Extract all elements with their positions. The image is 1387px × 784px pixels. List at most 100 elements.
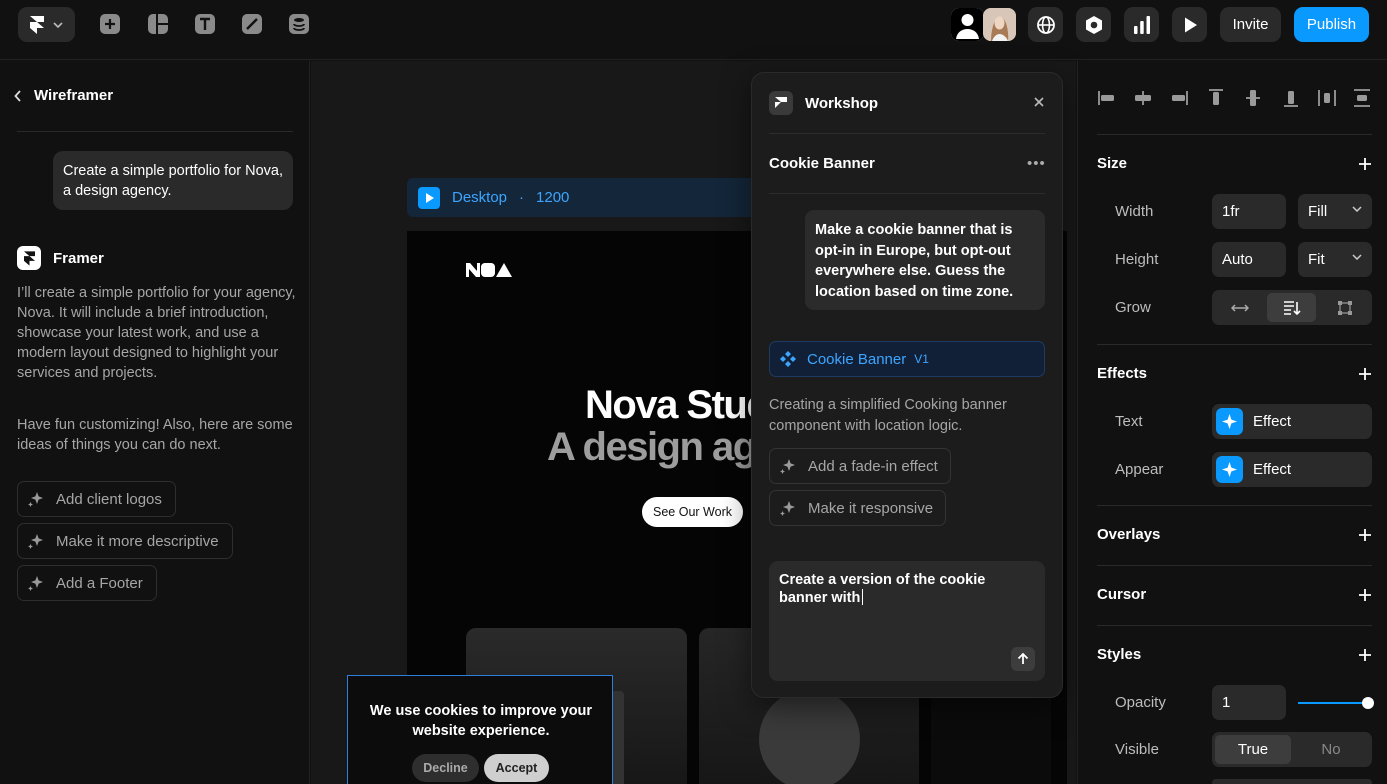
appear-effect-button[interactable]: Effect: [1212, 452, 1372, 487]
user-message: Create a simple portfolio for Nova, a de…: [53, 151, 293, 210]
assistant-message: Creating a simplified Cooking banner com…: [769, 397, 1007, 434]
cookie-decline-button[interactable]: Decline: [412, 754, 479, 782]
invite-button[interactable]: Invite: [1220, 7, 1281, 42]
align-center-vertical-icon[interactable]: [1242, 87, 1264, 109]
chevron-down-icon: [53, 21, 63, 28]
see-our-work-button[interactable]: See Our Work: [642, 497, 743, 527]
prompt-input-value: Create a version of the cookie banner wi…: [779, 572, 986, 606]
width-mode-value: Fill: [1308, 203, 1328, 220]
plus-icon[interactable]: [1358, 528, 1372, 542]
distribute-horizontal-icon[interactable]: [1316, 87, 1338, 109]
more-options-icon[interactable]: •••: [1027, 155, 1046, 172]
hexagon-icon: [1085, 15, 1102, 34]
visible-no-option[interactable]: No: [1293, 735, 1369, 764]
width-input[interactable]: 1fr: [1212, 194, 1286, 229]
suggestion-label: Add a fade-in effect: [808, 457, 938, 475]
collaborator-avatars[interactable]: [951, 8, 1016, 41]
close-icon[interactable]: [1032, 95, 1046, 109]
width-mode-select[interactable]: Fill: [1298, 194, 1372, 229]
overlays-section-title: Overlays: [1097, 526, 1161, 543]
plus-icon[interactable]: [1358, 367, 1372, 381]
framer-menu-button[interactable]: [18, 7, 75, 42]
user-icon: [951, 8, 984, 41]
align-center-horizontal-icon[interactable]: [1132, 87, 1154, 109]
text-effect-value: Effect: [1253, 413, 1292, 430]
visible-label: Visible: [1115, 741, 1159, 758]
effect-sparkle-icon: [1216, 408, 1243, 435]
avatar[interactable]: [951, 8, 984, 41]
divider: [1097, 565, 1372, 566]
divider: [769, 193, 1045, 194]
layout-button[interactable]: [146, 12, 170, 36]
text-effect-button[interactable]: Effect: [1212, 404, 1372, 439]
sparkle-icon: [28, 576, 43, 591]
workshop-title: Workshop: [805, 94, 879, 112]
suggestion-label: Make it responsive: [808, 499, 934, 517]
next-field-partial: [1212, 779, 1372, 784]
align-top-icon[interactable]: [1205, 87, 1227, 109]
suggestion-more-descriptive[interactable]: Make it more descriptive: [17, 523, 233, 559]
play-icon: [1184, 17, 1197, 32]
distribute-vertical-icon[interactable]: [1351, 87, 1373, 109]
appear-effect-label: Appear: [1115, 461, 1164, 478]
height-mode-select[interactable]: Fit: [1298, 242, 1372, 277]
text-tool-button[interactable]: [193, 12, 217, 36]
cms-button[interactable]: [287, 12, 311, 36]
site-settings-button[interactable]: [1028, 7, 1063, 42]
height-input[interactable]: Auto: [1212, 242, 1286, 277]
database-icon: [289, 14, 309, 34]
opacity-value: 1: [1222, 694, 1231, 711]
publish-button[interactable]: Publish: [1294, 7, 1369, 42]
divider: [1097, 625, 1372, 626]
component-version-chip[interactable]: Cookie Banner V1: [769, 341, 1045, 377]
suggestion-fade-in[interactable]: Add a fade-in effect: [769, 448, 951, 484]
grow-vertical-option[interactable]: [1267, 293, 1316, 322]
assistant-header: Framer: [17, 246, 104, 270]
suggestion-add-client-logos[interactable]: Add client logos: [17, 481, 176, 517]
opacity-slider[interactable]: [1298, 702, 1368, 704]
sort-lines-icon: [1283, 300, 1301, 315]
top-bar: Invite Publish: [0, 0, 1387, 60]
plus-icon[interactable]: [1358, 648, 1372, 662]
opacity-input[interactable]: 1: [1212, 685, 1286, 720]
cookie-accept-button[interactable]: Accept: [484, 754, 549, 782]
align-right-icon[interactable]: [1168, 87, 1190, 109]
cookie-banner[interactable]: We use cookies to improve your website e…: [347, 675, 613, 784]
divider: [1097, 505, 1372, 506]
analytics-button[interactable]: [1124, 7, 1159, 42]
wireframer-panel: Wireframer Create a simple portfolio for…: [0, 61, 310, 784]
sparkle-icon: [780, 501, 795, 516]
text-effect-label: Text: [1115, 413, 1143, 430]
vector-tool-button[interactable]: [240, 12, 264, 36]
arrows-horizontal-icon: [1230, 303, 1249, 312]
appear-effect-value: Effect: [1253, 461, 1292, 478]
play-frame-icon: [418, 186, 440, 209]
opacity-slider-handle[interactable]: [1362, 697, 1374, 709]
divider: [1097, 344, 1372, 345]
plus-icon[interactable]: [1358, 157, 1372, 171]
back-button[interactable]: Wireframer: [14, 87, 113, 104]
insert-button[interactable]: [98, 12, 122, 36]
effect-sparkle-icon: [1216, 456, 1243, 483]
grow-both-option[interactable]: [1320, 293, 1369, 322]
plus-icon[interactable]: [1358, 588, 1372, 602]
height-label: Height: [1115, 251, 1159, 268]
visible-true-option[interactable]: True: [1215, 735, 1291, 764]
frame-separator: ·: [519, 189, 525, 206]
prompt-input[interactable]: Create a version of the cookie banner wi…: [769, 561, 1045, 681]
panel-title: Wireframer: [34, 87, 114, 104]
avatar[interactable]: [983, 8, 1016, 41]
site-logo[interactable]: [466, 263, 512, 277]
sparkle-icon: [28, 534, 43, 549]
suggestion-responsive[interactable]: Make it responsive: [769, 490, 947, 526]
align-bottom-icon[interactable]: [1280, 87, 1302, 109]
plugins-button[interactable]: [1076, 7, 1111, 42]
properties-panel: Size Width 1fr Fill Height Auto Fit Grow…: [1077, 61, 1387, 784]
send-button[interactable]: [1011, 647, 1035, 671]
grow-horizontal-option[interactable]: [1215, 293, 1264, 322]
suggestion-add-footer[interactable]: Add a Footer: [17, 565, 157, 601]
preview-button[interactable]: [1172, 7, 1207, 42]
align-left-icon[interactable]: [1096, 87, 1118, 109]
alignment-toolbar: [1096, 87, 1372, 111]
height-mode-value: Fit: [1308, 251, 1325, 268]
